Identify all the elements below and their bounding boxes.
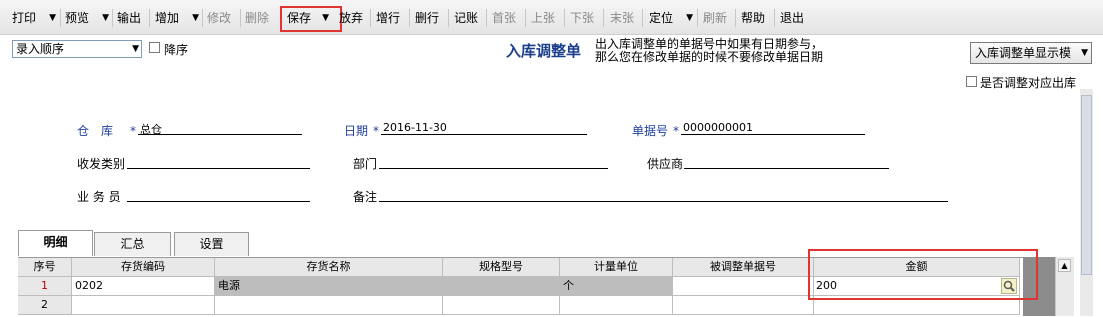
adjust-outbound-checkbox[interactable] [966,76,977,87]
doc-no-value[interactable]: 0000000001 [683,121,753,134]
cell-code[interactable]: 0202 [72,277,215,296]
column-header-unit[interactable]: 计量单位 [560,258,673,277]
chevron-down-icon[interactable]: ▼ [49,8,56,28]
toolbar-separator [697,9,698,27]
cell-spec[interactable] [443,277,560,296]
toolbar-separator [370,9,371,27]
remark-label: 备注 [353,190,378,204]
doc-no-underline [681,134,865,135]
refresh-button[interactable]: 刷新 [703,8,731,28]
column-header-code[interactable]: 存货编码 [72,258,215,277]
scroll-up-icon[interactable]: ▲ [1058,259,1071,272]
toolbar-separator [642,9,643,27]
cell-name[interactable] [215,296,443,315]
grid-vertical-scrollbar[interactable]: ▲ [1055,257,1074,316]
form-vertical-scrollbar[interactable] [1080,89,1093,316]
adjust-outbound-label: 是否调整对应出库 [980,76,1077,90]
delete-row-button[interactable]: 删行 [415,8,443,28]
add-button[interactable]: 增加 ▼ [155,8,199,28]
warehouse-underline [138,134,302,135]
column-header-name[interactable]: 存货名称 [215,258,443,277]
doc-no-required-mark: * [673,124,679,138]
display-template-select[interactable]: 入库调整单显示模 ▼ [970,42,1092,64]
date-hint-line2: 那么您在修改单据的时候不要修改单据日期 [595,50,824,64]
cell-ref-doc[interactable] [673,277,814,296]
print-button[interactable]: 打印 ▼ [12,8,56,28]
row-number[interactable]: 2 [18,296,72,315]
scrollbar-thumb[interactable] [1081,95,1092,275]
amount-highlight-box [808,249,1038,300]
toolbar-separator [486,9,487,27]
column-header-spec[interactable]: 规格型号 [443,258,560,277]
toolbar-separator [60,9,61,27]
toolbar-separator [240,9,241,27]
cell-code[interactable] [72,296,215,315]
column-header-ref-doc[interactable]: 被调整单据号 [673,258,814,277]
cell-ref-doc[interactable] [673,296,814,315]
column-header-no[interactable]: 序号 [18,258,72,277]
chevron-down-icon[interactable]: ▼ [102,8,109,28]
date-required-mark: * [373,124,379,138]
tab-summary[interactable]: 汇总 [94,232,171,256]
tab-settings[interactable]: 设置 [174,232,249,256]
form-title: 入库调整单 [506,42,582,60]
toolbar: 打印 ▼ 预览 ▼ 输出 增加 ▼ 修改 删除 保存 ▼ 放弃 增行 删行 记账 首张 … [0,0,1103,35]
category-input[interactable] [127,168,310,169]
toolbar-separator [202,9,203,27]
previous-record-button[interactable]: 上张 [531,8,559,28]
add-row-button[interactable]: 增行 [376,8,404,28]
salesman-input[interactable] [127,201,310,202]
discard-button[interactable]: 放弃 [339,8,367,28]
supplier-input[interactable] [684,168,889,169]
toolbar-separator [149,9,150,27]
next-record-button[interactable]: 下张 [570,8,598,28]
locate-button[interactable]: 定位 ▼ [649,8,693,28]
warehouse-required-mark: * [130,124,136,138]
warehouse-label: 仓 库 [77,124,114,138]
save-highlight-box [280,6,342,32]
salesman-label: 业 务 员 [77,190,121,204]
chevron-down-icon[interactable]: ▼ [192,8,199,28]
descending-label: 降序 [164,43,189,57]
remark-input[interactable] [379,201,948,202]
cell-name[interactable]: 电源 [215,277,443,296]
department-label: 部门 [353,157,378,171]
supplier-label: 供应商 [647,157,684,171]
chevron-down-icon[interactable]: ▼ [686,8,693,28]
preview-button[interactable]: 预览 ▼ [65,8,109,28]
cell-unit[interactable]: 个 [560,277,673,296]
department-input[interactable] [379,168,608,169]
order-select[interactable]: 录入顺序 ▼ [12,40,142,58]
modify-button[interactable]: 修改 [207,8,235,28]
row-number[interactable]: 1 [18,277,72,296]
toolbar-separator [409,9,410,27]
chevron-down-icon[interactable]: ▼ [1081,43,1088,63]
descending-checkbox[interactable] [149,42,160,53]
chevron-down-icon[interactable]: ▼ [132,41,139,57]
cell-spec[interactable] [443,296,560,315]
doc-no-label: 单据号 [632,124,669,138]
toolbar-separator [448,9,449,27]
date-value[interactable]: 2016-11-30 [383,121,447,134]
delete-button[interactable]: 删除 [245,8,273,28]
toolbar-separator [112,9,113,27]
toolbar-separator [564,9,565,27]
toolbar-separator [603,9,604,27]
toolbar-separator [774,9,775,27]
date-underline [381,134,587,135]
category-label: 收发类别 [77,157,126,171]
date-label: 日期 [344,124,369,138]
toolbar-separator [525,9,526,27]
tab-detail[interactable]: 明细 [18,230,93,256]
exit-button[interactable]: 退出 [780,8,808,28]
post-button[interactable]: 记账 [454,8,482,28]
help-button[interactable]: 帮助 [741,8,769,28]
first-record-button[interactable]: 首张 [492,8,520,28]
export-button[interactable]: 输出 [117,8,145,28]
last-record-button[interactable]: 末张 [610,8,638,28]
toolbar-separator [735,9,736,27]
cell-unit[interactable] [560,296,673,315]
